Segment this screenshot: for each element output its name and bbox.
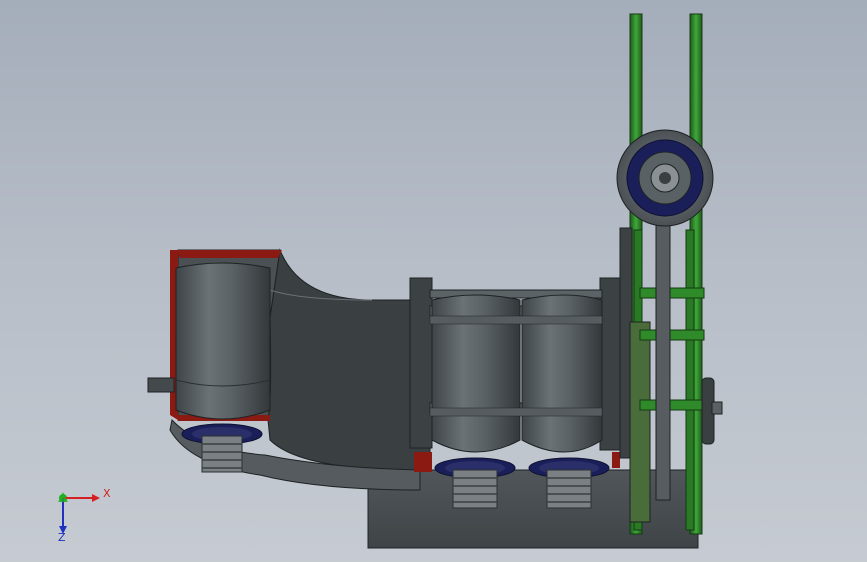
coordinate-triad [58, 492, 100, 534]
cad-viewport[interactable] [0, 0, 867, 562]
pulley-wheel [616, 129, 714, 227]
right-frame [619, 13, 705, 535]
x-axis-label: X [103, 487, 111, 500]
z-axis-label: Z [58, 531, 66, 544]
side-knob [701, 377, 723, 445]
left-cylinder [175, 262, 271, 420]
section-cut-top [176, 250, 282, 258]
center-cylinder-block [409, 277, 623, 472]
housing-stub [147, 377, 175, 393]
